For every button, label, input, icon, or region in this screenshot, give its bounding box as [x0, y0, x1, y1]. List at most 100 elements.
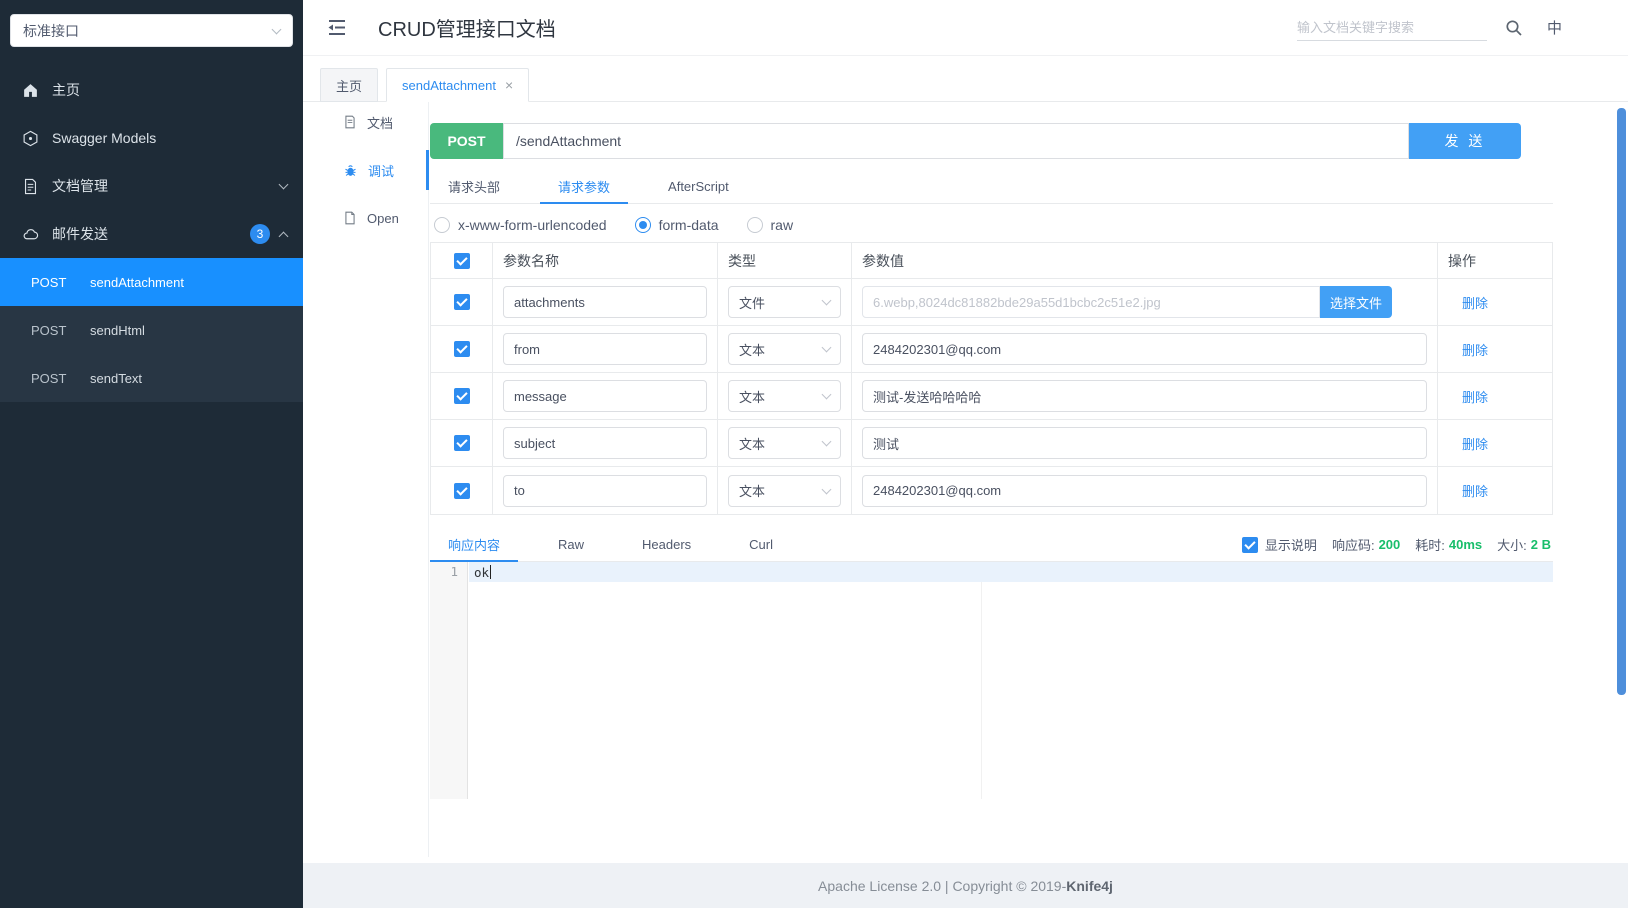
param-row-attachments: 文件 选择文件 删除 — [431, 279, 1552, 326]
duration-value: 40ms — [1448, 537, 1483, 552]
select-all-checkbox[interactable] — [453, 252, 470, 269]
param-row-subject: 文本 删除 — [431, 420, 1552, 467]
param-value-input[interactable] — [862, 380, 1427, 412]
sidebar-item-label: 文档管理 — [52, 178, 108, 194]
param-name-input[interactable] — [503, 427, 707, 459]
param-value-input[interactable] — [862, 286, 1320, 318]
row-checkbox[interactable] — [453, 435, 470, 451]
sidebar-item-swagger-models[interactable]: Swagger Models — [0, 114, 303, 162]
param-type-select[interactable]: 文本 — [728, 380, 841, 412]
delete-row-link[interactable]: 删除 — [1462, 481, 1488, 500]
col-header-type: 类型 — [718, 243, 852, 278]
sidebar-item-doc-manage[interactable]: 文档管理 — [0, 162, 303, 210]
tab-label: 请求头部 — [448, 180, 501, 195]
line-number: 1 — [450, 564, 458, 579]
chevron-down-icon — [821, 436, 832, 447]
delete-row-link[interactable]: 删除 — [1462, 387, 1488, 406]
request-url-input[interactable] — [503, 123, 1409, 159]
param-type-select[interactable]: 文件 — [728, 286, 841, 318]
tab-sendAttachment[interactable]: sendAttachment × — [386, 68, 530, 102]
header-right: 中 — [1296, 14, 1562, 41]
param-row-to: 文本 删除 — [431, 467, 1552, 514]
sidebar: 标准接口 主页 Swagger Models 文档管理 邮件发送 3 POST … — [0, 0, 303, 908]
delete-row-link[interactable]: 删除 — [1462, 293, 1488, 312]
tab-afterscript[interactable]: AfterScript — [650, 170, 747, 203]
param-type-value: 文本 — [739, 389, 766, 405]
radio-form-data[interactable]: form-data — [634, 217, 719, 233]
col-header-name: 参数名称 — [493, 243, 718, 278]
text-cursor — [490, 565, 492, 579]
tab-request-headers[interactable]: 请求头部 — [430, 170, 518, 203]
param-name-input[interactable] — [503, 380, 707, 412]
api-group-select[interactable]: 标准接口 — [10, 14, 293, 47]
tab-home[interactable]: 主页 — [320, 68, 379, 102]
search-input[interactable] — [1296, 14, 1487, 41]
response-body-text: ok — [474, 564, 490, 580]
chevron-down-icon — [821, 389, 832, 400]
row-checkbox[interactable] — [453, 341, 470, 357]
tab-label: AfterScript — [668, 179, 729, 194]
param-value-input[interactable] — [862, 474, 1427, 507]
chevron-down-icon — [271, 24, 282, 34]
choose-file-button[interactable]: 选择文件 — [1320, 286, 1392, 318]
row-checkbox[interactable] — [453, 388, 470, 404]
param-row-message: 文本 删除 — [431, 373, 1552, 420]
param-value-input[interactable] — [862, 427, 1427, 459]
show-description-checkbox[interactable] — [1241, 536, 1258, 553]
delete-row-link[interactable]: 删除 — [1462, 340, 1488, 359]
param-type-select[interactable]: 文本 — [728, 474, 841, 507]
docnav-item-open[interactable]: Open — [303, 198, 428, 238]
delete-row-link[interactable]: 删除 — [1462, 434, 1488, 453]
col-header-value: 参数值 — [852, 243, 1438, 278]
vertical-scrollbar[interactable] — [1617, 108, 1626, 695]
docnav-label: Open — [367, 210, 399, 226]
sidebar-menu: 主页 Swagger Models 文档管理 邮件发送 3 POST sendA… — [0, 66, 303, 402]
home-icon — [24, 83, 37, 97]
active-nav-indicator — [426, 150, 429, 190]
editor-gutter: 1 — [430, 562, 468, 799]
close-icon[interactable]: × — [505, 77, 513, 93]
radio-icon — [746, 217, 763, 233]
param-row-from: 文本 删除 — [431, 326, 1552, 373]
param-name-input[interactable] — [503, 333, 707, 365]
size-value: 2 B — [1530, 537, 1551, 552]
collapse-sidebar-button[interactable] — [327, 19, 347, 36]
response-editor[interactable]: 1 ok — [430, 562, 1553, 799]
bug-icon — [345, 164, 356, 176]
api-group-select-value: 标准接口 — [23, 22, 79, 39]
request-tabs: 请求头部 请求参数 AfterScript — [430, 170, 1553, 204]
size-label: 大小: — [1497, 538, 1527, 553]
docnav-item-debug[interactable]: 调试 — [303, 150, 428, 190]
docnav-label: 调试 — [368, 163, 395, 179]
tab-raw[interactable]: Raw — [540, 528, 602, 561]
param-name-input[interactable] — [503, 286, 707, 318]
radio-x-www-form-urlencoded[interactable]: x-www-form-urlencoded — [434, 217, 607, 233]
sidebar-item-home[interactable]: 主页 — [0, 66, 303, 114]
docnav-item-doc[interactable]: 文档 — [303, 102, 428, 142]
param-type-select[interactable]: 文本 — [728, 333, 841, 365]
http-method-label: POST — [31, 274, 67, 290]
operation-sendAttachment[interactable]: POST sendAttachment — [0, 258, 303, 306]
tab-curl[interactable]: Curl — [731, 528, 791, 561]
param-name-input[interactable] — [503, 474, 707, 507]
radio-raw[interactable]: raw — [746, 217, 793, 233]
tab-response-content[interactable]: 响应内容 — [430, 528, 519, 562]
tab-label: 请求参数 — [558, 180, 611, 195]
search-button[interactable] — [1505, 19, 1523, 37]
row-checkbox[interactable] — [453, 482, 470, 499]
send-request-button[interactable]: 发 送 — [1409, 123, 1521, 159]
http-method-label: POST — [31, 322, 67, 338]
show-description-label: 显示说明 — [1264, 538, 1317, 553]
sidebar-item-mail-send[interactable]: 邮件发送 3 — [0, 210, 303, 258]
param-type-select[interactable]: 文本 — [728, 427, 841, 459]
tab-headers[interactable]: Headers — [624, 528, 709, 561]
language-toggle[interactable]: 中 — [1547, 17, 1562, 38]
status-code-value: 200 — [1378, 537, 1401, 552]
operation-sendText[interactable]: POST sendText — [0, 354, 303, 402]
row-checkbox[interactable] — [453, 294, 470, 310]
param-value-input[interactable] — [862, 333, 1427, 365]
operation-sendHtml[interactable]: POST sendHtml — [0, 306, 303, 354]
tab-label: Raw — [558, 537, 585, 552]
tab-request-params[interactable]: 请求参数 — [540, 170, 629, 204]
editor-active-line[interactable]: ok — [469, 562, 1553, 582]
